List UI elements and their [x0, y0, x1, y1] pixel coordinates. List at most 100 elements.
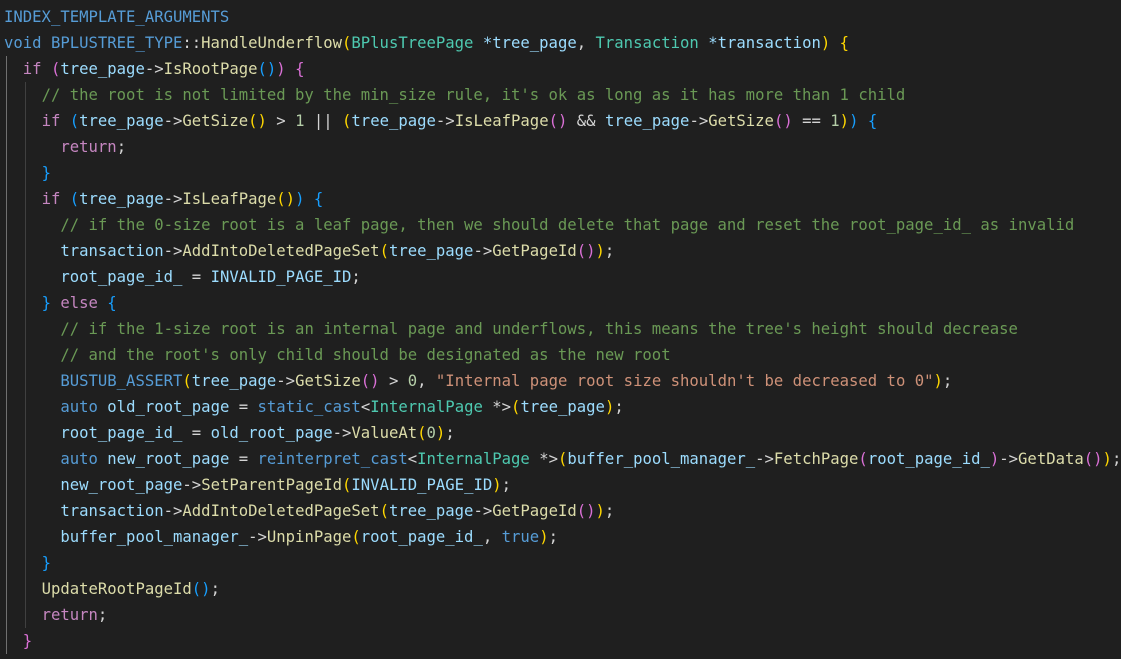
code-line[interactable]: // if the 1-size root is an internal pag… [4, 316, 1018, 342]
code-line[interactable]: if (tree_page->GetSize() > 1 || (tree_pa… [4, 108, 878, 134]
code-token: ( [342, 476, 352, 494]
code-token: , [417, 372, 436, 390]
code-line[interactable]: if (tree_page->IsRootPage()) { [4, 56, 305, 82]
code-token: { [107, 294, 117, 312]
code-token: ( [342, 34, 352, 52]
code-line[interactable]: // the root is not limited by the min_si… [4, 82, 906, 108]
code-token: AddIntoDeletedPageSet [182, 502, 380, 520]
code-token: INVALID_PAGE_ID [351, 476, 493, 494]
code-token: transaction [60, 242, 164, 260]
code-token: GetSize [708, 112, 774, 130]
code-token: } [41, 294, 51, 312]
code-token: { [839, 34, 850, 52]
code-token: GetSize [182, 112, 249, 130]
code-line[interactable]: return; [4, 134, 126, 160]
code-token: buffer_pool_manager_ [567, 450, 756, 468]
code-line[interactable]: transaction->AddIntoDeletedPageSet(tree_… [4, 238, 614, 264]
code-token: new_root_page [60, 476, 183, 494]
code-token: auto [60, 398, 98, 416]
code-line[interactable]: } else { [4, 290, 117, 316]
code-line[interactable]: INDEX_TEMPLATE_ARGUMENTS [4, 4, 229, 30]
code-token: () [248, 112, 267, 130]
code-token: "Internal page root size shouldn't be de… [435, 372, 934, 390]
code-token: tree_page [388, 242, 474, 260]
code-token: IsLeafPage [454, 112, 549, 130]
code-line[interactable]: // and the root's only child should be d… [4, 342, 670, 368]
code-token: ; [210, 580, 220, 598]
code-token: -> [755, 450, 774, 468]
code-line[interactable]: auto new_root_page = reinterpret_cast<In… [4, 446, 1121, 472]
code-line[interactable]: if (tree_page->IsLeafPage()) { [4, 186, 324, 212]
code-token: INVALID_PAGE_ID [210, 268, 352, 286]
code-line[interactable]: } [4, 160, 51, 186]
code-line[interactable]: UpdateRootPageId(); [4, 576, 220, 602]
code-line[interactable]: root_page_id_ = INVALID_PAGE_ID; [4, 264, 360, 290]
code-token: AddIntoDeletedPageSet [182, 242, 380, 260]
code-token: tree_page [191, 372, 277, 390]
code-token: ; [445, 424, 455, 442]
code-line[interactable]: void BPLUSTREE_TYPE::HandleUnderflow(BPl… [4, 30, 849, 56]
code-token: || [304, 112, 343, 130]
code-token: IsLeafPage [182, 190, 277, 208]
code-line[interactable]: // if the 0-size root is a leaf page, th… [4, 212, 1074, 238]
code-token: static_cast [257, 398, 361, 416]
code-token: root_page_id_ [867, 450, 990, 468]
code-line[interactable]: BUSTUB_ASSERT(tree_page->GetSize() > 0, … [4, 368, 952, 394]
code-line[interactable]: buffer_pool_manager_->UnpinPage(root_pag… [4, 524, 558, 550]
code-token: < [407, 450, 418, 468]
code-token: && [567, 112, 605, 130]
code-token: , [576, 34, 596, 52]
code-token: if [41, 112, 61, 130]
code-token: return [60, 138, 117, 156]
code-token: -> [435, 112, 455, 130]
code-token: () [257, 60, 277, 78]
code-token: ) [820, 34, 831, 52]
code-token: transaction [60, 502, 164, 520]
code-token: tree_page [79, 112, 164, 130]
code-token: { [295, 60, 305, 78]
code-token: // if the 1-size root is an internal pag… [60, 320, 1018, 338]
code-token: ) [595, 242, 605, 260]
code-token: root_page_id_ [60, 268, 183, 286]
code-token: reinterpret_cast [257, 450, 408, 468]
code-token: ( [379, 502, 389, 520]
code-token: ; [548, 528, 558, 546]
code-line[interactable]: return; [4, 602, 108, 628]
code-line[interactable]: } [4, 550, 51, 576]
code-token: -> [163, 242, 183, 260]
code-token: { [313, 190, 324, 208]
code-token: () [548, 112, 568, 130]
code-token: ; [501, 476, 512, 494]
code-token: -> [276, 372, 296, 390]
code-line[interactable]: new_root_page->SetParentPageId(INVALID_P… [4, 472, 511, 498]
code-token: > [266, 112, 296, 130]
code-token: GetSize [295, 372, 361, 390]
code-token: // if the 0-size root is a leaf page, th… [60, 216, 1075, 234]
code-editor[interactable]: INDEX_TEMPLATE_ARGUMENTS void BPLUSTREE_T… [0, 0, 1121, 659]
code-token: new_root_page [107, 450, 230, 468]
code-line[interactable]: } [4, 628, 32, 654]
code-line[interactable]: root_page_id_ = old_root_page->ValueAt(0… [4, 420, 455, 446]
code-token: ( [69, 112, 80, 130]
code-token: -> [473, 502, 493, 520]
code-token: // the root is not limited by the min_si… [41, 86, 906, 104]
code-token: tree_page [351, 112, 436, 130]
code-line[interactable]: auto old_root_page = static_cast<Interna… [4, 394, 623, 420]
code-token: ; [1111, 450, 1121, 468]
code-token: -> [689, 112, 709, 130]
code-token: UpdateRootPageId [41, 580, 192, 598]
code-token: ) [595, 502, 605, 520]
code-token: true [501, 528, 540, 546]
code-line[interactable]: transaction->AddIntoDeletedPageSet(tree_… [4, 498, 614, 524]
